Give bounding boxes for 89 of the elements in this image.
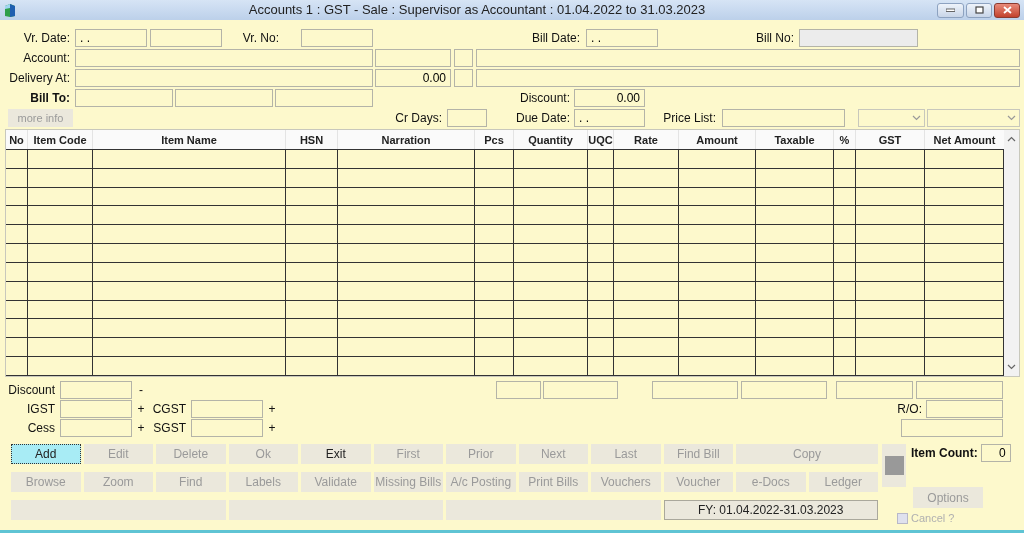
field-label: Discount: (518, 90, 570, 107)
input-field[interactable] (454, 49, 473, 67)
field-label: Cess (26, 420, 55, 437)
minimize-button[interactable] (937, 2, 964, 18)
column-header: No (6, 130, 28, 149)
column-header: HSN (286, 130, 338, 149)
input-field[interactable]: 0.00 (574, 89, 645, 107)
input-field[interactable] (191, 419, 263, 437)
field-label: Cr Days: (394, 110, 442, 127)
field-label: Price List: (662, 110, 716, 127)
toolbar-button[interactable]: Exit (301, 444, 371, 464)
field-label: IGST (26, 401, 55, 418)
input-field[interactable] (60, 419, 132, 437)
maximize-button[interactable] (966, 2, 992, 18)
field-label: Delivery At: (8, 70, 70, 87)
book-icon (3, 2, 17, 18)
column-header: Net Amount (932, 133, 997, 148)
input-field[interactable] (447, 109, 487, 127)
input-field[interactable] (60, 381, 132, 399)
column-header: GST (856, 130, 925, 149)
close-icon (1002, 6, 1012, 14)
caret-icon (1007, 115, 1016, 121)
column-header: Amount (679, 130, 756, 149)
field-label: Vr. No: (241, 30, 279, 47)
input-field[interactable] (652, 381, 738, 399)
input-field[interactable] (543, 381, 618, 399)
column-header: Item Name (93, 130, 286, 149)
field-label: R/O: (896, 401, 922, 418)
field-label: + (267, 420, 277, 437)
scroll-down-icon (1007, 364, 1016, 370)
column-header: % (834, 130, 856, 149)
input-field[interactable] (60, 400, 132, 418)
field-label: + (136, 420, 146, 437)
field-label: Discount (7, 382, 55, 399)
input-field[interactable]: . . (586, 29, 658, 47)
fy-button[interactable]: FY: 01.04.2022-31.03.2023 (663, 500, 878, 521)
column-header: Quantity (514, 130, 588, 149)
input-field[interactable] (454, 69, 473, 87)
input-field[interactable] (75, 49, 373, 67)
input-field[interactable] (496, 381, 541, 399)
field-label: + (267, 401, 277, 418)
input-field[interactable] (476, 69, 1020, 87)
input-field[interactable]: 0.00 (375, 69, 451, 87)
window-title: Accounts 1 : GST - Sale : Supervisor as Accountant : 01.04.2022 to 31.03.2023 (247, 1, 707, 20)
close-button[interactable] (994, 2, 1020, 18)
input-field[interactable] (191, 400, 263, 418)
column-header: Taxable (756, 130, 834, 149)
input-field[interactable] (901, 419, 1003, 437)
minimize-icon (946, 8, 955, 12)
column-header: UQC (588, 130, 614, 149)
input-field[interactable]: . . (574, 109, 645, 127)
column-header: Pcs (475, 130, 514, 149)
dropdown[interactable] (927, 109, 1020, 127)
focused-button[interactable]: Add (11, 444, 81, 464)
field-label: Due Date: (514, 110, 570, 127)
field-label: Bill No: (755, 30, 794, 47)
input-field[interactable]: . . (75, 29, 147, 47)
field-label: + (136, 401, 146, 418)
field-label: SGST (152, 420, 186, 437)
column-header: Item Code (28, 130, 93, 149)
input-field[interactable] (926, 400, 1003, 418)
color-swatch[interactable] (882, 444, 906, 487)
input-field[interactable] (476, 49, 1020, 67)
field-label: Account: (22, 50, 70, 67)
input-field[interactable] (75, 69, 373, 87)
field-label: Item Count: (911, 445, 978, 462)
field-label: Bill To: (29, 90, 70, 107)
restore-icon (974, 6, 984, 14)
field-label: CGST (151, 401, 186, 418)
input-field[interactable] (375, 49, 451, 67)
input-field[interactable] (75, 89, 173, 107)
field-label: - (138, 382, 144, 399)
scrollbar[interactable] (1004, 130, 1019, 376)
input-field[interactable] (175, 89, 273, 107)
input-field[interactable] (150, 29, 222, 47)
column-header: Narration (338, 130, 475, 149)
input-field[interactable] (301, 29, 373, 47)
column-header: Rate (614, 130, 679, 149)
input-field[interactable]: 0 (980, 444, 1011, 462)
input-field[interactable] (836, 381, 913, 399)
caret-icon (912, 115, 921, 121)
field-label: Bill Date: (530, 30, 580, 47)
input-field[interactable] (916, 381, 1003, 399)
input-field[interactable] (275, 89, 373, 107)
dropdown[interactable] (858, 109, 925, 127)
field-label: Vr. Date: (22, 30, 70, 47)
scroll-up-icon (1007, 136, 1016, 142)
input-field[interactable] (741, 381, 827, 399)
input-field[interactable] (722, 109, 845, 127)
